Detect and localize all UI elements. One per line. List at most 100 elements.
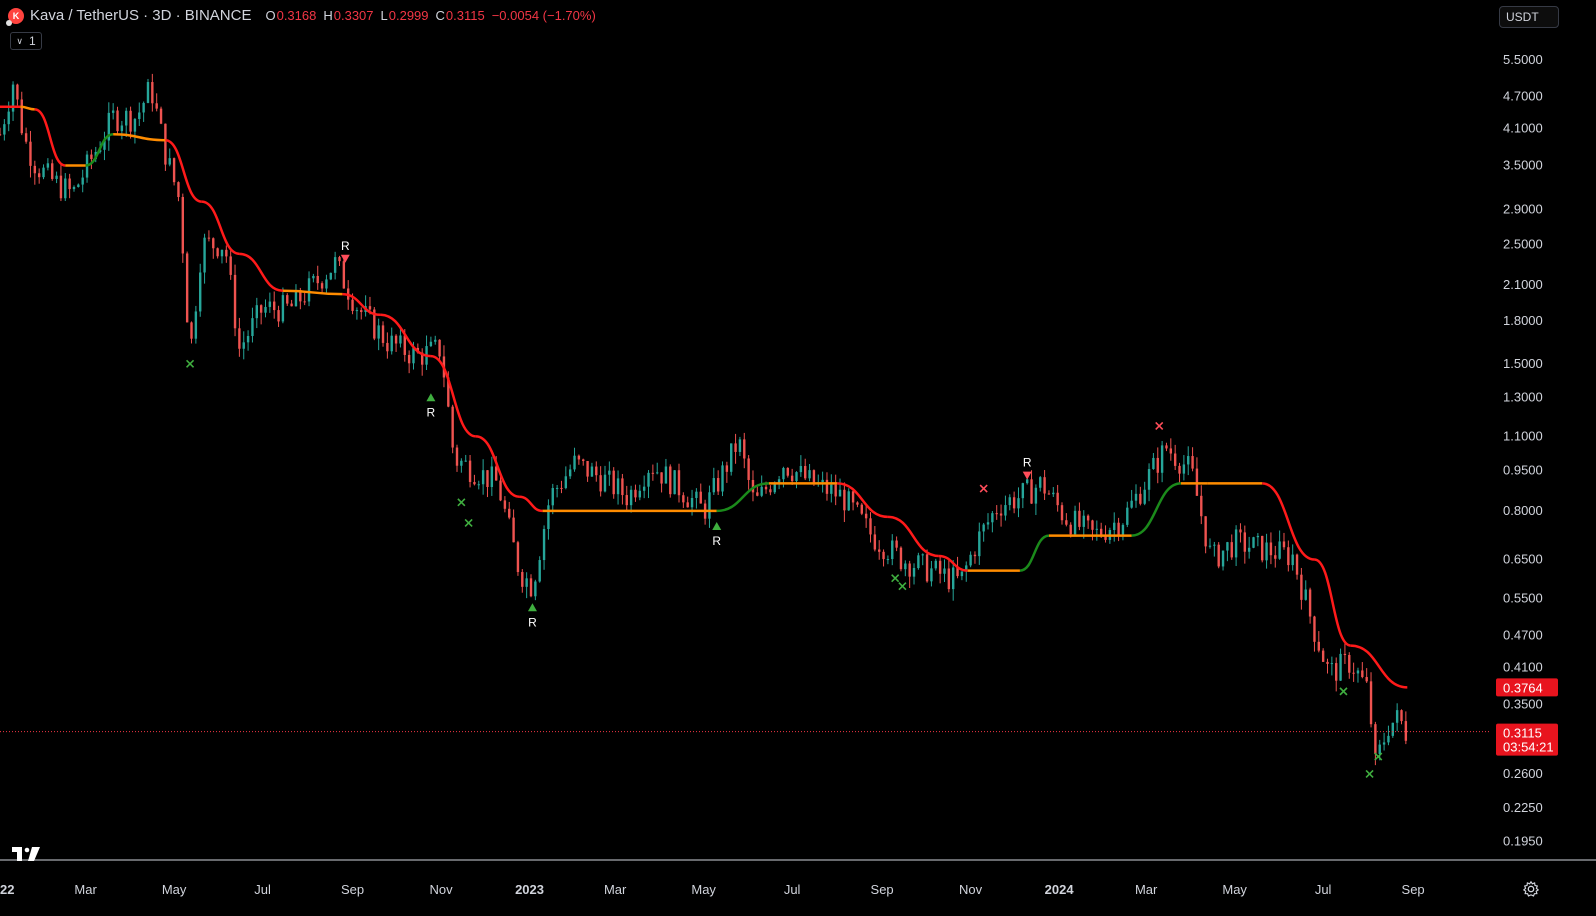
- candle-body: [590, 466, 594, 477]
- candle-body: [1217, 544, 1220, 567]
- kava-logo-icon[interactable]: K: [6, 7, 24, 26]
- candle-body: [194, 311, 198, 339]
- candle-body: [172, 158, 176, 183]
- candle-body: [7, 111, 10, 125]
- candle-body: [233, 274, 237, 329]
- ohlc-open: O0.3168: [265, 8, 317, 23]
- candle-body: [1404, 721, 1408, 741]
- candle-body: [1391, 722, 1394, 736]
- candle-body: [1313, 616, 1316, 642]
- candle-body: [138, 112, 141, 120]
- gear-icon[interactable]: [1522, 880, 1540, 898]
- candle-body: [1387, 735, 1390, 743]
- candle-body: [747, 458, 750, 480]
- candle-body: [1374, 724, 1377, 754]
- time-axis: 2022 Mar May Jul Sep Nov 2023 Mar May Jul Sep Nov 20…: [0, 882, 1425, 897]
- candle-body: [551, 488, 554, 506]
- candle-body: [1317, 641, 1321, 651]
- x-tick-label: Jul: [254, 882, 271, 897]
- candle-body: [651, 472, 655, 474]
- candle-body: [921, 554, 924, 556]
- candle-body: [464, 460, 467, 462]
- candle-body: [1369, 681, 1373, 725]
- candle-body: [159, 108, 163, 124]
- candle-body: [386, 342, 389, 352]
- candle-body: [33, 165, 37, 174]
- candle-body: [1034, 487, 1038, 504]
- candle-body: [207, 237, 211, 239]
- candle-body: [669, 466, 672, 495]
- candle-body: [438, 339, 441, 357]
- candle-body: [220, 249, 224, 257]
- candle-body: [521, 572, 524, 587]
- cross-signal-icon: [891, 574, 900, 583]
- candle-body: [878, 549, 881, 552]
- candle-body: [229, 256, 232, 275]
- candle-body: [1126, 507, 1129, 525]
- y-tick-label: 3.5000: [1503, 158, 1543, 173]
- candle-body: [895, 540, 898, 548]
- candle-body: [251, 318, 254, 337]
- candle-body: [1239, 529, 1242, 533]
- candle-body: [799, 466, 803, 473]
- candle-body: [68, 178, 71, 190]
- candle-body: [682, 495, 685, 503]
- candle-body: [1356, 670, 1360, 674]
- candle-body: [991, 513, 994, 523]
- candle-body: [978, 531, 981, 557]
- candle-body: [286, 295, 289, 304]
- ohlc-change: −0.0054 (−1.70%): [491, 8, 596, 23]
- candle-body: [568, 469, 572, 477]
- ohlc-close: C0.3115: [435, 8, 485, 23]
- candle-body: [377, 325, 380, 339]
- candle-body: [164, 123, 167, 165]
- candle-body: [1291, 554, 1294, 566]
- candle-body: [1039, 477, 1042, 488]
- candle-body: [1091, 520, 1094, 530]
- symbol-title[interactable]: Kava / TetherUS · 3D · BINANCE: [30, 7, 251, 24]
- candle-body: [899, 547, 903, 570]
- candle-body: [1348, 654, 1351, 673]
- candle-body: [455, 447, 459, 466]
- y-tick-label: 2.9000: [1503, 202, 1543, 217]
- candle-body: [1165, 445, 1168, 449]
- candle-body: [255, 305, 258, 319]
- candle-body: [503, 500, 507, 509]
- candle-body: [1378, 744, 1381, 754]
- indicators-count: 1: [28, 34, 36, 48]
- candle-body: [1069, 524, 1072, 535]
- candle-body: [795, 472, 798, 482]
- candle-body: [560, 487, 563, 489]
- price-chart[interactable]: RRRRR 6.50005.50004.70004.10003.50002.90…: [0, 0, 1596, 916]
- y-tick-label: 1.1000: [1503, 428, 1543, 443]
- x-tick-label: May: [1222, 882, 1247, 897]
- candle-body: [181, 197, 185, 254]
- trailing-stop-segment: [113, 133, 166, 142]
- candle-body: [1335, 663, 1338, 681]
- candle-body: [786, 467, 789, 476]
- candle-body: [790, 475, 794, 482]
- candle-body: [1308, 589, 1312, 617]
- candle-body: [638, 490, 642, 498]
- candle-body: [29, 141, 32, 166]
- indicators-toggle-button[interactable]: ∨ 1: [10, 32, 42, 50]
- candle-body: [1004, 505, 1007, 516]
- candle-body: [825, 479, 829, 494]
- candle-body: [721, 465, 724, 492]
- price-axis: 6.50005.50004.70004.10003.50002.90002.50…: [1503, 13, 1543, 849]
- candle-body: [1400, 710, 1403, 722]
- candle-body: [512, 517, 515, 543]
- candle-body: [938, 560, 942, 574]
- candle-body: [403, 335, 406, 355]
- x-tick-label: Mar: [74, 882, 97, 897]
- tradingview-logo-icon[interactable]: [12, 846, 44, 862]
- y-tick-label: 0.3500: [1503, 696, 1543, 711]
- candle-body: [834, 484, 837, 497]
- currency-button[interactable]: USDT: [1499, 6, 1559, 28]
- bar-countdown-label: 03:54:21: [1503, 740, 1554, 755]
- candle-body: [1056, 492, 1059, 506]
- currency-label: USDT: [1506, 10, 1539, 24]
- candle-body: [808, 470, 811, 479]
- candle-body: [725, 465, 729, 472]
- y-tick-label: 1.3000: [1503, 389, 1543, 404]
